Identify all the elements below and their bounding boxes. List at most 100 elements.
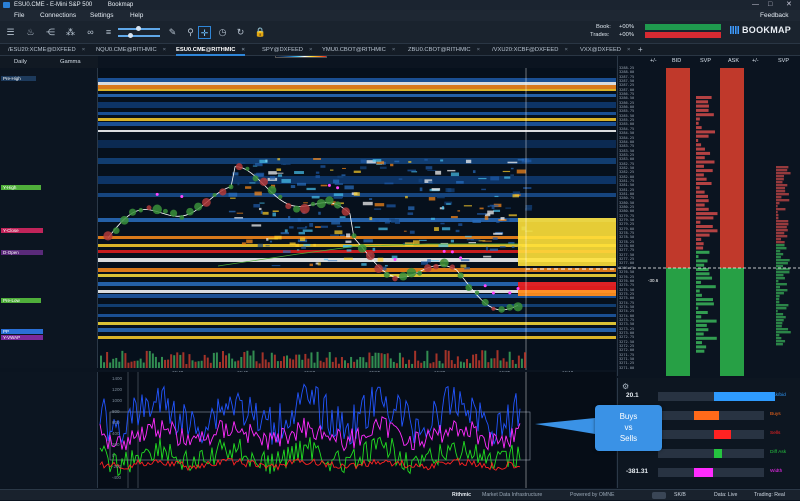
heatmap-cell (288, 216, 291, 220)
level-y-high[interactable]: Y-High (1, 185, 41, 190)
widget-row[interactable]: -381.31 Width (618, 466, 800, 478)
add-tab-button[interactable]: + (638, 44, 643, 56)
dom-header-ask: ASK (728, 58, 740, 64)
dom-price-row[interactable]: 3271.00 (619, 366, 646, 370)
tab-vxx-dxfeed[interactable]: VXX@DXFEED × (580, 44, 630, 56)
trade-dot (374, 264, 383, 273)
fire-icon[interactable]: ♨ (24, 26, 37, 39)
close-icon[interactable]: × (309, 47, 312, 53)
heatmap-cell (512, 191, 521, 195)
heatmap-chart[interactable] (98, 68, 616, 370)
svp-bar (696, 182, 712, 185)
refresh-icon[interactable]: ↻ (234, 26, 247, 39)
tab-vxu20-dxfeed[interactable]: /VXU20:XCBF@DXFEED × (492, 44, 568, 56)
volume-bar (462, 362, 465, 368)
contrast-slider[interactable] (118, 35, 160, 37)
volume-bar (478, 360, 481, 368)
heatmap-cell (510, 167, 514, 170)
heatmap-cell (418, 178, 423, 183)
svp-bar (776, 307, 787, 310)
svp-bar (696, 323, 707, 327)
trade-dot (433, 263, 439, 270)
tab-zbu0-rithmic[interactable]: ZBU0.CBOT@RITHMIC × (408, 44, 480, 56)
widget-bar (658, 430, 764, 439)
minimize-button[interactable]: — (752, 0, 759, 10)
trade-marker (327, 183, 331, 187)
heatmap-cell (508, 214, 517, 217)
menu-settings[interactable]: Settings (90, 10, 114, 21)
tab-spy-dxfeed[interactable]: SPY@DXFEED × (262, 44, 312, 56)
status-toggle[interactable] (652, 492, 666, 499)
volume-bar (334, 357, 337, 368)
heatmap-cell (394, 160, 400, 163)
heatmap-band (98, 78, 616, 82)
level-y-close[interactable]: Y-Close (1, 228, 43, 233)
volume-bar (359, 357, 362, 368)
heatmap-cell (407, 169, 417, 172)
level-pre-high[interactable]: Pre-High (1, 76, 36, 81)
widget-row[interactable]: 20.1 Ask/bid (618, 390, 800, 402)
menu-file[interactable]: File (14, 10, 24, 21)
volume-bar (225, 355, 228, 368)
heatmap-canvas[interactable] (98, 68, 616, 370)
sliders-icon[interactable]: ≡ (102, 26, 115, 39)
level-pp[interactable]: PP (1, 329, 43, 334)
crosshair-line-icon[interactable]: ⁂ (64, 26, 77, 39)
close-icon[interactable]: × (82, 47, 85, 53)
svp-bar (696, 280, 701, 284)
heatmap-cell (268, 237, 278, 240)
heatmap-cell (489, 204, 499, 207)
lock-icon[interactable]: 🔒 (254, 26, 267, 39)
close-icon[interactable]: × (627, 47, 630, 53)
heatmap-cell (504, 176, 511, 179)
layers-icon[interactable]: ☰ (4, 26, 17, 39)
level-pre-low[interactable]: Pre-Low (1, 298, 41, 303)
close-icon[interactable]: × (477, 47, 480, 53)
pin-icon[interactable]: ⚲ (184, 26, 197, 39)
zoom-slider-knob[interactable] (136, 26, 141, 31)
menu-connections[interactable]: Connections (40, 10, 76, 21)
maximize-button[interactable]: □ (768, 0, 772, 10)
svp-bar (776, 319, 784, 322)
level-y-vwap[interactable]: Y-VWAP (1, 335, 43, 340)
volume-bar (456, 356, 459, 368)
heatmap-cell (458, 223, 463, 226)
heatmap-band (98, 85, 616, 89)
contrast-slider-knob[interactable] (128, 33, 133, 38)
link-icon[interactable]: ∞ (84, 26, 97, 39)
trade-marker (491, 291, 495, 295)
crosshair-icon[interactable]: ✛ (198, 26, 211, 39)
heatmap-cell (334, 230, 343, 235)
widget-name: Sells (770, 431, 781, 436)
svp-bar (776, 316, 786, 319)
volume-bar (154, 356, 157, 368)
tab-ymu0-rithmic[interactable]: YMU0.CBOT@RITHMIC × (322, 44, 395, 56)
close-icon[interactable]: × (241, 47, 244, 53)
timer-icon[interactable]: ◷ (216, 26, 229, 39)
svp-bar (696, 306, 699, 310)
menu-feedback[interactable]: Feedback (760, 10, 789, 21)
close-button[interactable]: ✕ (786, 0, 792, 10)
heatmap-cell (303, 202, 308, 204)
close-icon[interactable]: × (163, 47, 166, 53)
heatmap-cell (277, 158, 281, 161)
level-d-open[interactable]: D-Open (1, 250, 43, 255)
share-icon[interactable]: ⋲ (44, 26, 57, 39)
data-status: Data: Live (714, 492, 738, 498)
menu-help[interactable]: Help (130, 10, 143, 21)
svp-bar (776, 181, 783, 184)
heatmap-cell (487, 210, 494, 215)
close-icon[interactable]: × (392, 47, 395, 53)
callout-line: Sells (619, 434, 638, 443)
svp-bar (696, 259, 708, 263)
subtab-daily[interactable]: Daily (14, 56, 27, 68)
svp-bar (776, 304, 789, 307)
subtab-gamma[interactable]: Gamma (60, 56, 81, 68)
pencil-icon[interactable]: ✎ (166, 26, 179, 39)
book-label: Book: (596, 24, 611, 30)
tab-esu0-rithmic[interactable]: ESU0.CME@RITHMIC × (176, 44, 245, 56)
tab-esu20-dxfeed[interactable]: /ESU20:XCME@DXFEED × (8, 44, 85, 56)
close-icon[interactable]: × (564, 47, 567, 53)
tab-nqu0-rithmic[interactable]: NQU0.CME@RITHMIC × (96, 44, 166, 56)
heatmap-cell (468, 241, 477, 244)
